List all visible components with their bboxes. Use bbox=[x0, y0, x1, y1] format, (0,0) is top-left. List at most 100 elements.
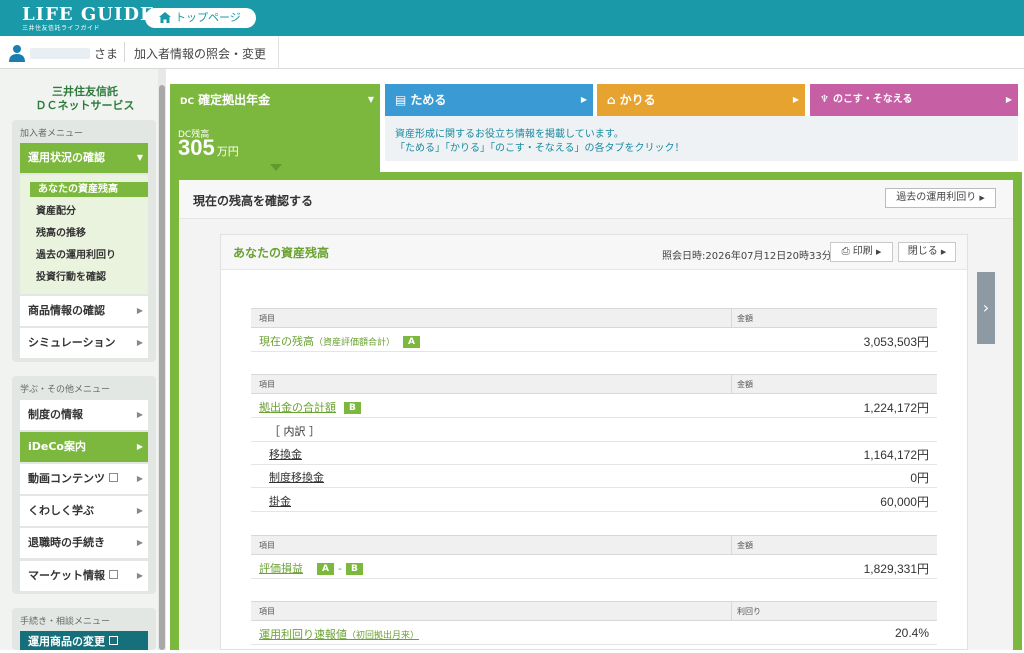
chevron-right-icon: ▶ bbox=[136, 410, 143, 419]
user-name-hidden bbox=[30, 48, 90, 59]
table-row-gain: 評価損益 A - B 1,829,331円 bbox=[251, 555, 937, 579]
sidebar-scrollbar[interactable] bbox=[158, 69, 166, 650]
divider bbox=[731, 309, 732, 327]
sidebar-subitem-balance[interactable]: あなたの資産残高 bbox=[30, 182, 148, 197]
chevron-right-icon: › bbox=[982, 298, 990, 317]
card-title: あなたの資産残高 bbox=[233, 246, 330, 260]
contributions-link[interactable]: 拠出金の合計額 bbox=[259, 401, 336, 414]
sidebar-subitem-past-yield[interactable]: 過去の運用利回り bbox=[28, 246, 148, 266]
table-header: 項目 金額 bbox=[251, 374, 937, 394]
user-bar: さま 加入者情報の照会・変更 bbox=[0, 36, 1024, 69]
badge-a: A bbox=[317, 563, 334, 575]
contribution-link[interactable]: 掛金 bbox=[269, 493, 291, 509]
info-panel: 資産形成に関するお役立ち情報を掲載しています。 「ためる」「かりる」「のこす・そ… bbox=[385, 116, 1018, 161]
sidebar-subitem-history[interactable]: 残高の推移 bbox=[28, 224, 148, 244]
chevron-right-icon: ▶ bbox=[136, 442, 143, 451]
chevron-right-icon: ▶ bbox=[136, 538, 143, 547]
divider bbox=[731, 536, 732, 554]
table-row-contributions: 拠出金の合計額 B 1,224,172円 bbox=[251, 394, 937, 418]
sidebar-item-learn[interactable]: くわしく学ぶ ▶ bbox=[20, 496, 148, 526]
balance-label: 現在の残高（資産評価額合計） A bbox=[259, 333, 420, 349]
breakdown-label: ［ 内訳 ］ bbox=[269, 425, 320, 438]
transfer-value: 1,164,172円 bbox=[863, 448, 929, 462]
table-header: 項目 金額 bbox=[251, 535, 937, 555]
sidebar-item-ideco[interactable]: iDeCo案内 ▶ bbox=[20, 432, 148, 462]
gain-link[interactable]: 評価損益 bbox=[259, 562, 303, 575]
table-header: 項目 利回り bbox=[251, 601, 937, 621]
gain-value: 1,829,331円 bbox=[863, 562, 929, 576]
sidebar-item-system-info[interactable]: 制度の情報 ▶ bbox=[20, 400, 148, 430]
tab-tameru[interactable]: ▤ ためる ▶ bbox=[385, 84, 593, 116]
system-transfer-value: 0円 bbox=[910, 471, 929, 485]
contribution-value: 60,000円 bbox=[880, 495, 929, 509]
table-row: 移換金 1,164,172円 bbox=[251, 441, 937, 465]
table-row-yield: 運用利回り速報値（初回拠出月来） 20.4% bbox=[251, 621, 937, 645]
sidebar-subitem-allocation[interactable]: 資産配分 bbox=[28, 202, 148, 222]
user-name: さま bbox=[30, 45, 118, 62]
past-yield-button[interactable]: 過去の運用利回り ▶ bbox=[885, 188, 996, 208]
member-info-link[interactable]: 加入者情報の照会・変更 bbox=[134, 45, 266, 62]
chevron-right-icon: ▶ bbox=[979, 194, 985, 202]
dc-net-service-brand: 三井住友信託 ＤＣネットサービス bbox=[35, 85, 135, 112]
sidebar-item-status[interactable]: 運用状況の確認 ▼ bbox=[20, 143, 148, 173]
chevron-right-icon: ▶ bbox=[875, 248, 882, 256]
procedure-menu-title: 手続き・相談メニュー bbox=[20, 617, 111, 627]
sidebar-item-simulation[interactable]: シミュレーション ▶ bbox=[20, 328, 148, 358]
section-title: 現在の残高を確認する bbox=[193, 194, 314, 208]
badge-b: B bbox=[345, 563, 363, 575]
sidebar-item-retirement[interactable]: 退職時の手続き ▶ bbox=[20, 528, 148, 558]
piggy-bank-icon: ▤ bbox=[395, 93, 407, 107]
contributions-label: 拠出金の合計額 B bbox=[259, 399, 361, 415]
gain-label: 評価損益 A - B bbox=[259, 560, 363, 576]
chevron-right-icon: ▶ bbox=[136, 571, 143, 580]
chevron-right-icon: ▶ bbox=[136, 306, 143, 315]
scrollbar-thumb[interactable] bbox=[159, 85, 165, 650]
system-transfer-link[interactable]: 制度移換金 bbox=[269, 469, 324, 485]
chevron-down-icon: ▼ bbox=[367, 95, 374, 104]
chevron-right-icon: ▶ bbox=[792, 95, 799, 104]
divider bbox=[124, 42, 125, 62]
top-page-button[interactable]: トップページ bbox=[145, 8, 256, 28]
next-page-arrow[interactable]: › bbox=[977, 272, 995, 344]
chevron-right-icon: ▶ bbox=[580, 95, 587, 104]
badge-b: B bbox=[344, 402, 361, 414]
close-button[interactable]: 閉じる ▶ bbox=[898, 242, 956, 262]
user-icon bbox=[9, 44, 25, 65]
sidebar-item-market[interactable]: マーケット情報 ▶ bbox=[20, 561, 148, 591]
inquiry-datetime: 照会日時:2026年07月12日20時33分 bbox=[662, 251, 832, 262]
dc-balance-panel: DC残高 305 万円 bbox=[170, 116, 380, 172]
home-icon bbox=[159, 10, 171, 30]
table-row: 制度移換金 0円 bbox=[251, 464, 937, 488]
chevron-right-icon: ▶ bbox=[940, 248, 947, 256]
table-header: 項目 金額 bbox=[251, 308, 937, 328]
life-guide-logo[interactable]: LIFE GUIDE 三井住友信託ライフガイド bbox=[22, 5, 155, 33]
table-row-breakdown: ［ 内訳 ］ bbox=[251, 418, 937, 442]
chevron-right-icon: ▶ bbox=[136, 474, 143, 483]
tab-dc[interactable]: DC 確定拠出年金 ▼ bbox=[170, 84, 380, 116]
yield-label: 運用利回り速報値（初回拠出月来） bbox=[259, 628, 420, 641]
triangle-down-icon bbox=[270, 164, 282, 171]
tab-nokosu[interactable]: ♆ のこす・そなえる ▶ bbox=[810, 84, 1018, 116]
transfer-link[interactable]: 移換金 bbox=[269, 446, 302, 462]
badge-a: A bbox=[403, 336, 420, 348]
house-icon: ⌂ bbox=[607, 93, 616, 107]
printer-icon: ⎙ bbox=[841, 246, 850, 257]
yield-link[interactable]: 運用利回り速報値 bbox=[259, 628, 347, 641]
divider bbox=[278, 36, 279, 68]
sidebar-item-video[interactable]: 動画コンテンツ ▶ bbox=[20, 464, 148, 494]
sidebar-subitem-investment[interactable]: 投資行動を確認 bbox=[28, 268, 148, 288]
contributions-value: 1,224,172円 bbox=[863, 401, 929, 415]
table-row-balance: 現在の残高（資産評価額合計） A 3,053,503円 bbox=[251, 328, 937, 352]
divider bbox=[731, 602, 732, 620]
tab-kariru[interactable]: ⌂ かりる ▶ bbox=[597, 84, 805, 116]
print-button[interactable]: ⎙ 印刷 ▶ bbox=[830, 242, 893, 262]
sidebar-item-products[interactable]: 商品情報の確認 ▶ bbox=[20, 296, 148, 326]
member-menu-title: 加入者メニュー bbox=[20, 129, 84, 139]
balance-value: 3,053,503円 bbox=[863, 335, 929, 349]
top-bar: LIFE GUIDE 三井住友信託ライフガイド トップページ bbox=[0, 0, 1024, 36]
yield-value: 20.4% bbox=[894, 626, 929, 640]
sidebar-item-change-product[interactable]: 運用商品の変更 bbox=[20, 631, 148, 650]
external-window-icon bbox=[109, 570, 118, 579]
dc-icon: DC bbox=[180, 97, 195, 107]
chevron-down-icon: ▼ bbox=[136, 153, 143, 162]
